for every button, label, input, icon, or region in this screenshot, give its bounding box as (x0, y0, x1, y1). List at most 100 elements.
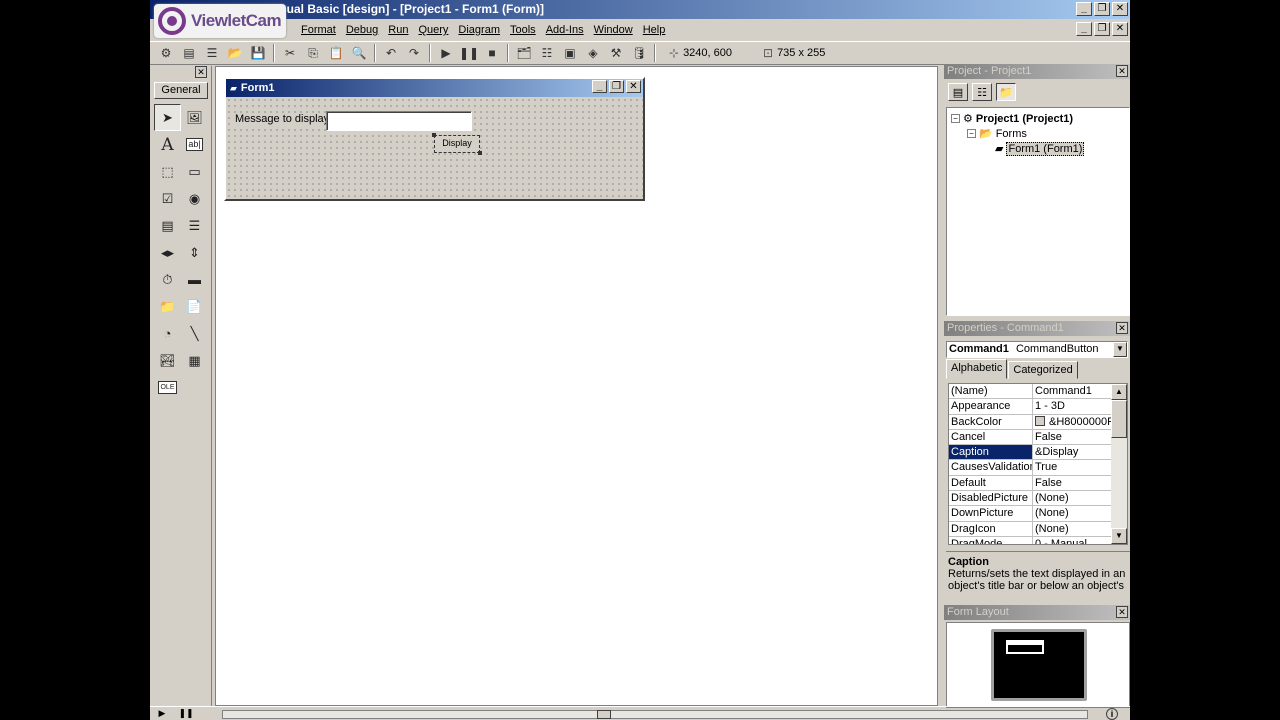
combobox-tool-icon[interactable]: ▤ (154, 212, 181, 239)
break-icon[interactable]: ❚❚ (459, 44, 479, 62)
image-tool-icon[interactable]: 🏞 (154, 347, 181, 374)
toolbox-general-tab[interactable]: General (154, 82, 208, 99)
vscrollbar-tool-icon[interactable]: ⇕ (181, 239, 208, 266)
property-row[interactable]: (Name) Command1 (949, 384, 1127, 400)
property-row[interactable]: Default False (949, 475, 1127, 492)
frame-tool-icon[interactable]: ⬚ (154, 158, 181, 185)
property-value[interactable]: Command1 (1033, 384, 1111, 398)
form-layout-title[interactable]: Form Layout ✕ (944, 605, 1130, 620)
cut-icon[interactable]: ✂ (280, 44, 300, 62)
property-value[interactable]: &Display (1033, 445, 1111, 459)
hscrollbar-tool-icon[interactable]: ◂▸ (154, 239, 181, 266)
menu-help[interactable]: Help (638, 24, 671, 36)
chevron-down-icon[interactable]: ▼ (1113, 342, 1127, 357)
menu-run[interactable]: Run (383, 24, 413, 36)
property-value[interactable]: True (1033, 460, 1111, 474)
optionbutton-tool-icon[interactable]: ◉ (181, 185, 208, 212)
copy-icon[interactable]: ⎘ (303, 44, 323, 62)
scroll-up-icon[interactable]: ▲ (1111, 384, 1127, 400)
line-tool-icon[interactable]: ╲ (181, 320, 208, 347)
undo-icon[interactable]: ↶ (381, 44, 401, 62)
drivelistbox-tool-icon[interactable]: ▬ (181, 266, 208, 293)
data-tool-icon[interactable]: ▦ (181, 347, 208, 374)
tree-project1[interactable]: − ⚙ Project1 (Project1) (947, 111, 1129, 126)
object-browser-icon[interactable]: ◈ (583, 44, 603, 62)
scroll-thumb[interactable] (1111, 400, 1127, 438)
save-project-icon[interactable]: 💾 (248, 44, 268, 62)
mdi-restore-button[interactable]: ❐ (1094, 22, 1110, 36)
project-explorer-icon[interactable]: 🗂 (514, 44, 534, 62)
end-icon[interactable]: ■ (482, 44, 502, 62)
dirlistbox-tool-icon[interactable]: 📁 (154, 293, 181, 320)
open-project-icon[interactable]: 📂 (225, 44, 245, 62)
menu-window[interactable]: Window (589, 24, 638, 36)
property-value[interactable]: False (1033, 476, 1111, 490)
form1-title-bar[interactable]: ▰ Form1 _ ❐ ✕ (226, 79, 643, 97)
restore-button[interactable]: ❐ (1094, 2, 1110, 16)
tree-form1[interactable]: ▰ Form1 (Form1) (947, 141, 1129, 156)
add-project-icon[interactable]: ⚙ (156, 44, 176, 62)
mdi-minimize-button[interactable]: _ (1076, 22, 1092, 36)
horizontal-scrollbar[interactable] (222, 710, 1088, 719)
play-icon[interactable]: ▶ (150, 708, 174, 719)
data-view-icon[interactable]: 🛢 (629, 44, 649, 62)
property-row[interactable]: Appearance 1 - 3D (949, 399, 1127, 415)
tab-categorized[interactable]: Categorized (1008, 361, 1078, 379)
menu-format[interactable]: Format (296, 24, 341, 36)
properties-title[interactable]: Properties - Command1 ✕ (944, 321, 1130, 336)
find-icon[interactable]: 🔍 (349, 44, 369, 62)
shape-tool-icon[interactable]: ◔ (154, 320, 181, 347)
menu-diagram[interactable]: Diagram (453, 24, 505, 36)
toolbox-icon[interactable]: ⚒ (606, 44, 626, 62)
form-minimize-button[interactable]: _ (592, 80, 607, 93)
collapse-icon[interactable]: − (951, 114, 960, 123)
menu-tools[interactable]: Tools (505, 24, 541, 36)
add-form-icon[interactable]: ▤ (179, 44, 199, 62)
form-close-button[interactable]: ✕ (626, 80, 641, 93)
property-row-selected[interactable]: Caption &Display (949, 445, 1127, 461)
command1-button[interactable]: Display (432, 133, 482, 155)
mdi-close-button[interactable]: ✕ (1112, 22, 1128, 36)
property-value[interactable]: 1 - 3D (1033, 399, 1111, 413)
property-value[interactable]: &H8000000F (1033, 415, 1111, 429)
form-layout-close-button[interactable]: ✕ (1116, 606, 1128, 618)
scroll-thumb[interactable] (597, 710, 611, 719)
project-explorer-title[interactable]: Project - Project1 ✕ (944, 64, 1130, 79)
redo-icon[interactable]: ↷ (404, 44, 424, 62)
listbox-tool-icon[interactable]: ☰ (181, 212, 208, 239)
menu-editor-icon[interactable]: ☰ (202, 44, 222, 62)
property-row[interactable]: DisabledPicture (None) (949, 491, 1127, 507)
property-value[interactable]: False (1033, 430, 1111, 444)
property-value[interactable]: (None) (1033, 522, 1111, 536)
label-tool-icon[interactable]: A (154, 131, 181, 158)
picturebox-tool-icon[interactable]: 🖼 (181, 104, 208, 131)
toolbox-close-button[interactable]: ✕ (195, 66, 207, 78)
checkbox-tool-icon[interactable]: ☑ (154, 185, 181, 212)
form1-body[interactable]: Message to display Display (226, 97, 643, 199)
object-combo[interactable]: Command1 CommandButton ▼ (946, 341, 1128, 358)
property-value[interactable]: (None) (1033, 491, 1111, 505)
close-button[interactable]: ✕ (1112, 2, 1128, 16)
properties-window-icon[interactable]: ☷ (537, 44, 557, 62)
property-row[interactable]: DragMode 0 - Manual (949, 536, 1127, 544)
ole-tool-icon[interactable]: OLE (154, 374, 181, 401)
property-row[interactable]: DragIcon (None) (949, 521, 1127, 537)
menu-query[interactable]: Query (413, 24, 453, 36)
textbox-tool-icon[interactable]: ab| (181, 131, 208, 158)
property-value[interactable]: (None) (1033, 506, 1111, 520)
toggle-folders-icon[interactable]: 📁 (996, 83, 1016, 101)
form-layout-icon[interactable]: ▣ (560, 44, 580, 62)
filelistbox-tool-icon[interactable]: 📄 (181, 293, 208, 320)
info-icon[interactable]: i (1106, 708, 1118, 720)
minimize-button[interactable]: _ (1076, 2, 1092, 16)
view-code-icon[interactable]: ▤ (948, 83, 968, 101)
form1-position-preview[interactable] (1006, 640, 1044, 654)
paste-icon[interactable]: 📋 (326, 44, 346, 62)
scroll-down-icon[interactable]: ▼ (1111, 528, 1127, 544)
commandbutton-tool-icon[interactable]: ▭ (181, 158, 208, 185)
project-close-button[interactable]: ✕ (1116, 65, 1128, 77)
property-row[interactable]: BackColor &H8000000F (949, 414, 1127, 430)
tab-alphabetic[interactable]: Alphabetic (946, 359, 1008, 379)
tree-forms[interactable]: − 📂 Forms (947, 126, 1129, 141)
collapse-icon[interactable]: − (967, 129, 976, 138)
